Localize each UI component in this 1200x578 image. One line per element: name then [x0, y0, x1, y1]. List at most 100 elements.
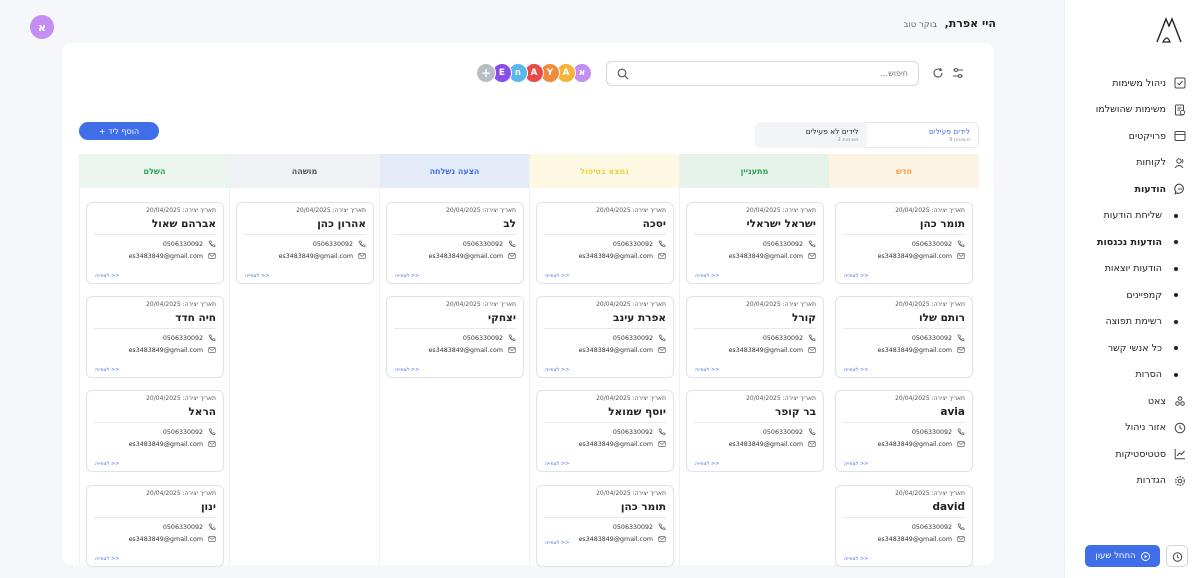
- add-member-button[interactable]: +: [476, 63, 496, 83]
- view-more-link[interactable]: לצפייה >>: [545, 461, 569, 467]
- phone-row[interactable]: 0506330092: [94, 426, 216, 438]
- email-row[interactable]: es3483849@gmail.com: [544, 344, 666, 356]
- phone-row[interactable]: 0506330092: [694, 332, 816, 344]
- email-row[interactable]: es3483849@gmail.com: [394, 250, 516, 262]
- email-row[interactable]: es3483849@gmail.com: [843, 533, 965, 545]
- view-more-link[interactable]: לצפייה >>: [95, 273, 119, 279]
- phone-row[interactable]: 0506330092: [694, 426, 816, 438]
- lead-card[interactable]: תאריך יצירה: 20/04/2025 יוסף שמואל 0506330…: [536, 390, 674, 472]
- email-row[interactable]: es3483849@gmail.com: [694, 438, 816, 450]
- sidebar-item-chat[interactable]: צאט: [1070, 388, 1186, 415]
- lead-card[interactable]: תאריך יצירה: 20/04/2025 קורל 0506330092 es3…: [686, 296, 824, 378]
- view-more-link[interactable]: לצפייה >>: [844, 273, 868, 279]
- lead-card[interactable]: תאריך יצירה: 20/04/2025 אהרון כהן 05063300…: [236, 202, 374, 284]
- search-input[interactable]: [648, 69, 908, 78]
- sidebar-item-task-management[interactable]: ניהול משימות: [1070, 70, 1186, 97]
- view-more-link[interactable]: לצפייה >>: [545, 540, 569, 546]
- sidebar-subitem-mailing-list[interactable]: רשימת תפוצה: [1070, 309, 1186, 336]
- lead-card[interactable]: תאריך יצירה: 20/04/2025 ישראל ישראלי 05063…: [686, 202, 824, 284]
- lead-card[interactable]: תאריך יצירה: 20/04/2025 יסכה 0506330092 es3…: [536, 202, 674, 284]
- phone-row[interactable]: 0506330092: [244, 238, 366, 250]
- tab-active-leads[interactable]: לידים פעילים 9 משימות: [866, 122, 979, 148]
- email-row[interactable]: es3483849@gmail.com: [94, 344, 216, 356]
- start-clock-button[interactable]: התחל שעון: [1085, 545, 1160, 567]
- phone-row[interactable]: 0506330092: [94, 238, 216, 250]
- lead-card[interactable]: תאריך יצירה: 20/04/2025 הראל 0506330092 es3…: [86, 390, 224, 472]
- sidebar-subitem-incoming-messages[interactable]: הודעות נכנסות: [1070, 229, 1186, 256]
- view-more-link[interactable]: לצפייה >>: [245, 273, 269, 279]
- sidebar-item-completed-tasks[interactable]: משימות שהושלמו: [1070, 97, 1186, 124]
- lead-card[interactable]: תאריך יצירה: 20/04/2025 יצחקי 0506330092 es…: [386, 296, 524, 378]
- view-more-link[interactable]: לצפייה >>: [545, 273, 569, 279]
- view-more-link[interactable]: לצפייה >>: [844, 367, 868, 373]
- phone-row[interactable]: 0506330092: [544, 332, 666, 344]
- view-more-link[interactable]: לצפייה >>: [844, 461, 868, 467]
- sidebar-item-customers[interactable]: לקוחות: [1070, 150, 1186, 177]
- email-row[interactable]: es3483849@gmail.com: [843, 250, 965, 262]
- lead-card[interactable]: תאריך יצירה: 20/04/2025 רותם שלו 050633009…: [835, 296, 973, 378]
- lead-card[interactable]: תאריך יצירה: 20/04/2025 חיה חדד 0506330092…: [86, 296, 224, 378]
- sidebar-subitem-removals[interactable]: הסרות: [1070, 362, 1186, 389]
- view-more-link[interactable]: לצפייה >>: [395, 367, 419, 373]
- email-row[interactable]: es3483849@gmail.com: [94, 533, 216, 545]
- search-bar[interactable]: [606, 61, 919, 86]
- phone-row[interactable]: 0506330092: [694, 238, 816, 250]
- email-row[interactable]: es3483849@gmail.com: [394, 344, 516, 356]
- phone-row[interactable]: 0506330092: [843, 332, 965, 344]
- view-more-link[interactable]: לצפייה >>: [695, 273, 719, 279]
- lead-card[interactable]: תאריך יצירה: 20/04/2025 בר קופר 0506330092…: [686, 390, 824, 472]
- view-more-link[interactable]: לצפייה >>: [95, 461, 119, 467]
- email-row[interactable]: es3483849@gmail.com: [94, 250, 216, 262]
- view-more-link[interactable]: לצפייה >>: [95, 367, 119, 373]
- sidebar-subitem-send-messages[interactable]: שליחת הודעות: [1070, 203, 1186, 230]
- tab-inactive-leads[interactable]: לידים לא פעילים 2 משימות: [755, 122, 867, 148]
- created-date: תאריך יצירה: 20/04/2025: [146, 207, 216, 214]
- sidebar-item-statistics[interactable]: סטטיסטיקות: [1070, 441, 1186, 468]
- lead-card[interactable]: תאריך יצירה: 20/04/2025 אברהם שאול 0506330…: [86, 202, 224, 284]
- sidebar-item-messages[interactable]: הודעות: [1070, 176, 1186, 203]
- lead-card[interactable]: תאריך יצירה: 20/04/2025 תומר כהן 050633009…: [835, 202, 973, 284]
- view-more-link[interactable]: לצפייה >>: [695, 367, 719, 373]
- email-row[interactable]: es3483849@gmail.com: [694, 250, 816, 262]
- phone-row[interactable]: 0506330092: [394, 332, 516, 344]
- lead-card[interactable]: תאריך יצירה: 20/04/2025 תומר כהן 050633009…: [536, 485, 674, 567]
- sidebar-item-admin-area[interactable]: אזור ניהול: [1070, 415, 1186, 442]
- email-row[interactable]: es3483849@gmail.com: [544, 250, 666, 262]
- phone-row[interactable]: 0506330092: [394, 238, 516, 250]
- sidebar-item-settings[interactable]: הגדרות: [1070, 468, 1186, 495]
- sidebar-subitem-outgoing-messages[interactable]: הודעות יוצאות: [1070, 256, 1186, 283]
- sidebar-item-projects[interactable]: פרויקטים: [1070, 123, 1186, 150]
- user-avatar[interactable]: א: [30, 15, 54, 39]
- lead-card[interactable]: תאריך יצירה: 20/04/2025 david 0506330092 es…: [835, 485, 973, 567]
- email-row[interactable]: es3483849@gmail.com: [244, 250, 366, 262]
- add-lead-button[interactable]: + הוסף ליד: [79, 122, 159, 140]
- phone-row[interactable]: 0506330092: [544, 426, 666, 438]
- lead-card[interactable]: תאריך יצירה: 20/04/2025 אפרת עינב 05063300…: [536, 296, 674, 378]
- phone-row[interactable]: 0506330092: [544, 521, 666, 533]
- filter-icon[interactable]: [952, 67, 964, 79]
- view-more-link[interactable]: לצפייה >>: [545, 367, 569, 373]
- view-more-link[interactable]: לצפייה >>: [844, 556, 868, 562]
- phone-row[interactable]: 0506330092: [843, 426, 965, 438]
- phone-row[interactable]: 0506330092: [94, 521, 216, 533]
- brand-logo-icon[interactable]: [1154, 16, 1184, 44]
- email-row[interactable]: es3483849@gmail.com: [843, 344, 965, 356]
- lead-card[interactable]: תאריך יצירה: 20/04/2025 לב 0506330092 es348…: [386, 202, 524, 284]
- view-more-link[interactable]: לצפייה >>: [95, 556, 119, 562]
- phone-row[interactable]: 0506330092: [843, 238, 965, 250]
- email-row[interactable]: es3483849@gmail.com: [544, 438, 666, 450]
- refresh-icon[interactable]: [932, 67, 944, 79]
- phone-row[interactable]: 0506330092: [544, 238, 666, 250]
- view-more-link[interactable]: לצפייה >>: [395, 273, 419, 279]
- lead-card[interactable]: תאריך יצירה: 20/04/2025 avia 0506330092 es3…: [835, 390, 973, 472]
- lead-card[interactable]: תאריך יצירה: 20/04/2025 ינון 0506330092 es3…: [86, 485, 224, 567]
- view-more-link[interactable]: לצפייה >>: [695, 461, 719, 467]
- sidebar-subitem-all-contacts[interactable]: כל אנשי קשר: [1070, 335, 1186, 362]
- sidebar-subitem-campaigns[interactable]: קמפיינים: [1070, 282, 1186, 309]
- timer-button[interactable]: [1166, 545, 1188, 567]
- email-row[interactable]: es3483849@gmail.com: [843, 438, 965, 450]
- email-row[interactable]: es3483849@gmail.com: [94, 438, 216, 450]
- email-row[interactable]: es3483849@gmail.com: [694, 344, 816, 356]
- phone-row[interactable]: 0506330092: [843, 521, 965, 533]
- phone-row[interactable]: 0506330092: [94, 332, 216, 344]
